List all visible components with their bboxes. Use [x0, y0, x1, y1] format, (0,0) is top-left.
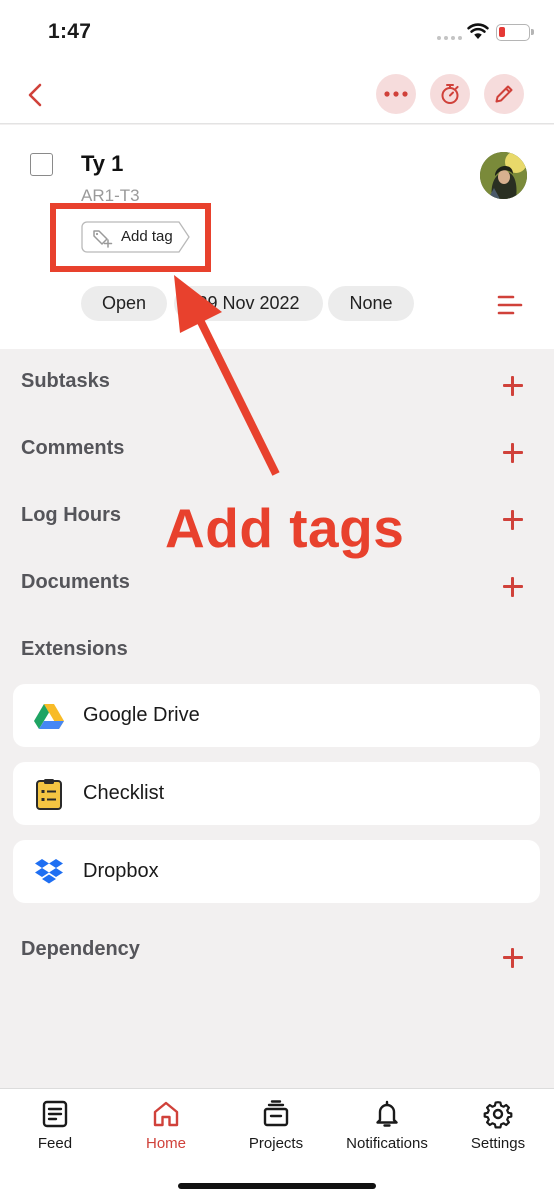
extension-label: Dropbox	[83, 860, 159, 882]
more-options-button[interactable]	[376, 74, 416, 114]
bell-icon	[376, 1100, 398, 1127]
tab-feed[interactable]: Feed	[0, 1089, 110, 1169]
sort-lines-icon[interactable]	[497, 294, 523, 316]
tab-projects[interactable]: Projects	[221, 1089, 331, 1169]
nav-bar	[0, 66, 554, 124]
log-hours-title: Log Hours	[21, 504, 121, 526]
dependency-title: Dependency	[21, 938, 140, 960]
extension-label: Google Drive	[83, 704, 200, 726]
avatar-image	[480, 152, 527, 199]
tab-label: Settings	[470, 1135, 526, 1152]
timer-button[interactable]	[430, 74, 470, 114]
tab-label: Projects	[248, 1135, 304, 1152]
priority-pill[interactable]: None	[328, 286, 414, 321]
status-time: 1:47	[48, 20, 92, 43]
more-horizontal-icon	[384, 91, 408, 97]
pencil-icon	[495, 85, 513, 103]
documents-title: Documents	[21, 571, 130, 593]
add-dependency-button[interactable]	[502, 947, 524, 969]
gear-icon	[483, 1101, 513, 1129]
subtasks-section: Subtasks	[0, 362, 554, 402]
dependency-section: Dependency	[0, 930, 554, 970]
wifi-icon	[467, 23, 489, 39]
annotation-highlight-box	[50, 203, 211, 272]
home-indicator	[178, 1183, 376, 1189]
task-complete-checkbox[interactable]	[30, 153, 53, 176]
due-date-pill[interactable]: 29 Nov 2022	[174, 286, 323, 321]
tab-settings[interactable]: Settings	[443, 1089, 553, 1169]
add-log-hours-button[interactable]	[502, 509, 524, 531]
feed-icon	[42, 1100, 68, 1128]
edit-button[interactable]	[484, 74, 524, 114]
dropbox-icon	[35, 859, 63, 884]
add-comment-button[interactable]	[502, 442, 524, 464]
tab-label: Notifications	[346, 1135, 428, 1152]
assignee-avatar[interactable]	[480, 152, 527, 199]
comments-title: Comments	[21, 437, 125, 459]
battery-icon	[496, 24, 534, 41]
subtasks-title: Subtasks	[21, 370, 110, 392]
projects-icon	[263, 1100, 289, 1127]
home-icon	[153, 1101, 179, 1127]
extension-dropbox[interactable]: Dropbox	[13, 840, 540, 903]
status-bar: 1:47	[0, 0, 554, 66]
stopwatch-icon	[441, 84, 459, 104]
annotation-text: Add tags	[165, 497, 405, 559]
back-button[interactable]	[20, 78, 50, 112]
tab-label: Home	[145, 1135, 186, 1152]
tab-home[interactable]: Home	[111, 1089, 221, 1169]
cellular-signal-icon	[437, 36, 462, 40]
extension-label: Checklist	[83, 782, 165, 804]
google-drive-icon	[34, 704, 64, 729]
add-subtask-button[interactable]	[502, 375, 524, 397]
checklist-icon	[36, 779, 62, 810]
extension-google-drive[interactable]: Google Drive	[13, 684, 540, 747]
comments-section: Comments	[0, 429, 554, 469]
extension-checklist[interactable]: Checklist	[13, 762, 540, 825]
tab-label: Feed	[37, 1135, 73, 1152]
extensions-section: Extensions	[0, 630, 554, 670]
status-pill[interactable]: Open	[81, 286, 167, 321]
tab-notifications[interactable]: Notifications	[332, 1089, 442, 1169]
extensions-title: Extensions	[21, 638, 128, 660]
documents-section: Documents	[0, 563, 554, 603]
task-title: Ty 1	[81, 151, 124, 176]
add-document-button[interactable]	[502, 576, 524, 598]
chevron-left-icon	[28, 83, 42, 107]
